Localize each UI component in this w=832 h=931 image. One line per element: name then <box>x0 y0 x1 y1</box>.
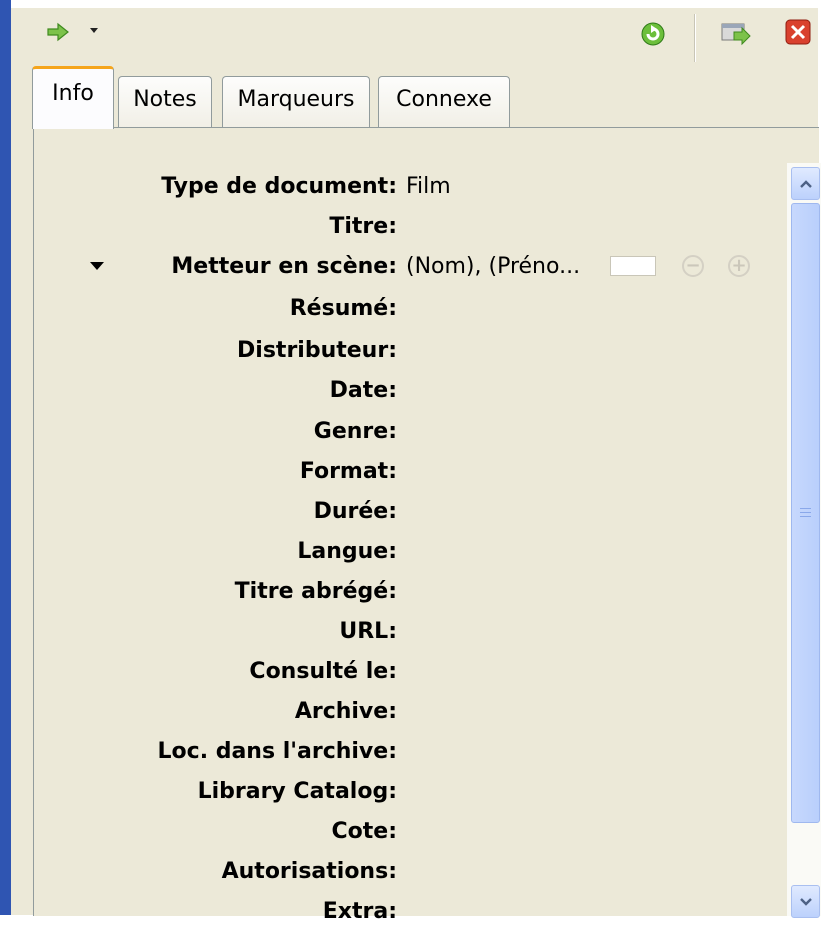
field-row-item-type: Type de document: Film <box>34 166 794 206</box>
window-export-button[interactable] <box>718 18 754 50</box>
sync-button[interactable] <box>637 18 669 50</box>
field-row-extra: Extra: <box>34 891 794 931</box>
toolbar <box>11 8 818 62</box>
field-row-distributor: Distributeur: <box>34 330 794 370</box>
field-row-runtime: Durée: <box>34 491 794 531</box>
field-row-date: Date: <box>34 370 794 410</box>
field-row-language: Langue: <box>34 531 794 571</box>
field-label: URL: <box>339 618 397 644</box>
field-row-title: Titre: <box>34 206 794 246</box>
tab-connexe[interactable]: Connexe <box>378 76 510 128</box>
scroll-up-button[interactable] <box>791 167 820 200</box>
field-label: Titre abrégé: <box>234 578 397 604</box>
scrollbar-thumb[interactable] <box>791 203 820 823</box>
item-type-value[interactable]: Film <box>406 174 451 199</box>
field-label: Library Catalog: <box>197 778 397 804</box>
creator-mode-switch[interactable] <box>610 256 656 276</box>
field-row-abstract: Résumé: <box>34 288 794 328</box>
window-border <box>0 0 11 915</box>
field-label: Loc. dans l'archive: <box>157 738 397 764</box>
field-label: Cote: <box>331 818 398 844</box>
field-row-call-number: Cote: <box>34 811 794 851</box>
field-row-format: Format: <box>34 451 794 491</box>
go-arrow-button[interactable] <box>41 18 75 46</box>
scroll-down-button[interactable] <box>791 885 820 918</box>
item-pane: Info Notes Marqueurs Connexe Type de doc… <box>11 8 821 924</box>
chevron-down-icon <box>90 28 98 33</box>
field-label: Titre: <box>329 213 397 239</box>
field-label: Durée: <box>313 498 397 524</box>
field-label: Type de document: <box>161 173 397 199</box>
window-arrow-icon <box>721 23 751 46</box>
field-label: Date: <box>329 377 397 403</box>
field-label: Résumé: <box>289 295 397 321</box>
info-panel: Type de document: Film Titre: Metteur en… <box>33 127 821 924</box>
field-label[interactable]: Metteur en scène: <box>171 254 397 279</box>
expand-creators-icon[interactable] <box>90 262 104 270</box>
chevron-down-icon <box>799 897 812 906</box>
green-sync-icon <box>641 22 665 46</box>
field-row-url: URL: <box>34 611 794 651</box>
field-row-accessed: Consulté le: <box>34 651 794 691</box>
remove-creator-button[interactable]: − <box>682 255 704 277</box>
field-label: Distributeur: <box>237 337 397 363</box>
add-creator-button[interactable]: + <box>728 255 750 277</box>
field-row-genre: Genre: <box>34 411 794 451</box>
tab-info[interactable]: Info <box>32 66 114 129</box>
field-label: Format: <box>299 458 397 484</box>
field-label: Langue: <box>297 538 397 564</box>
chevron-up-icon <box>799 179 812 188</box>
tab-notes[interactable]: Notes <box>118 76 212 128</box>
close-button[interactable] <box>783 17 813 47</box>
field-row-director: Metteur en scène: (Nom), (Préno... − + <box>34 246 794 286</box>
field-label: Extra: <box>322 898 397 924</box>
go-dropdown-button[interactable] <box>87 22 101 38</box>
green-right-arrow-icon <box>47 22 69 42</box>
field-row-archive: Archive: <box>34 691 794 731</box>
field-label: Consulté le: <box>249 658 397 684</box>
field-row-short-title: Titre abrégé: <box>34 571 794 611</box>
red-close-icon <box>785 19 811 45</box>
field-row-archive-location: Loc. dans l'archive: <box>34 731 794 771</box>
tab-marqueurs[interactable]: Marqueurs <box>222 76 370 128</box>
field-label: Autorisations: <box>221 858 397 884</box>
field-row-library-catalog: Library Catalog: <box>34 771 794 811</box>
field-label: Genre: <box>313 418 397 444</box>
field-label: Archive: <box>294 698 397 724</box>
toolbar-separator <box>694 14 696 62</box>
field-row-rights: Autorisations: <box>34 851 794 891</box>
director-name-value[interactable]: (Nom), (Préno... <box>406 254 580 279</box>
vertical-scrollbar[interactable] <box>787 163 821 918</box>
